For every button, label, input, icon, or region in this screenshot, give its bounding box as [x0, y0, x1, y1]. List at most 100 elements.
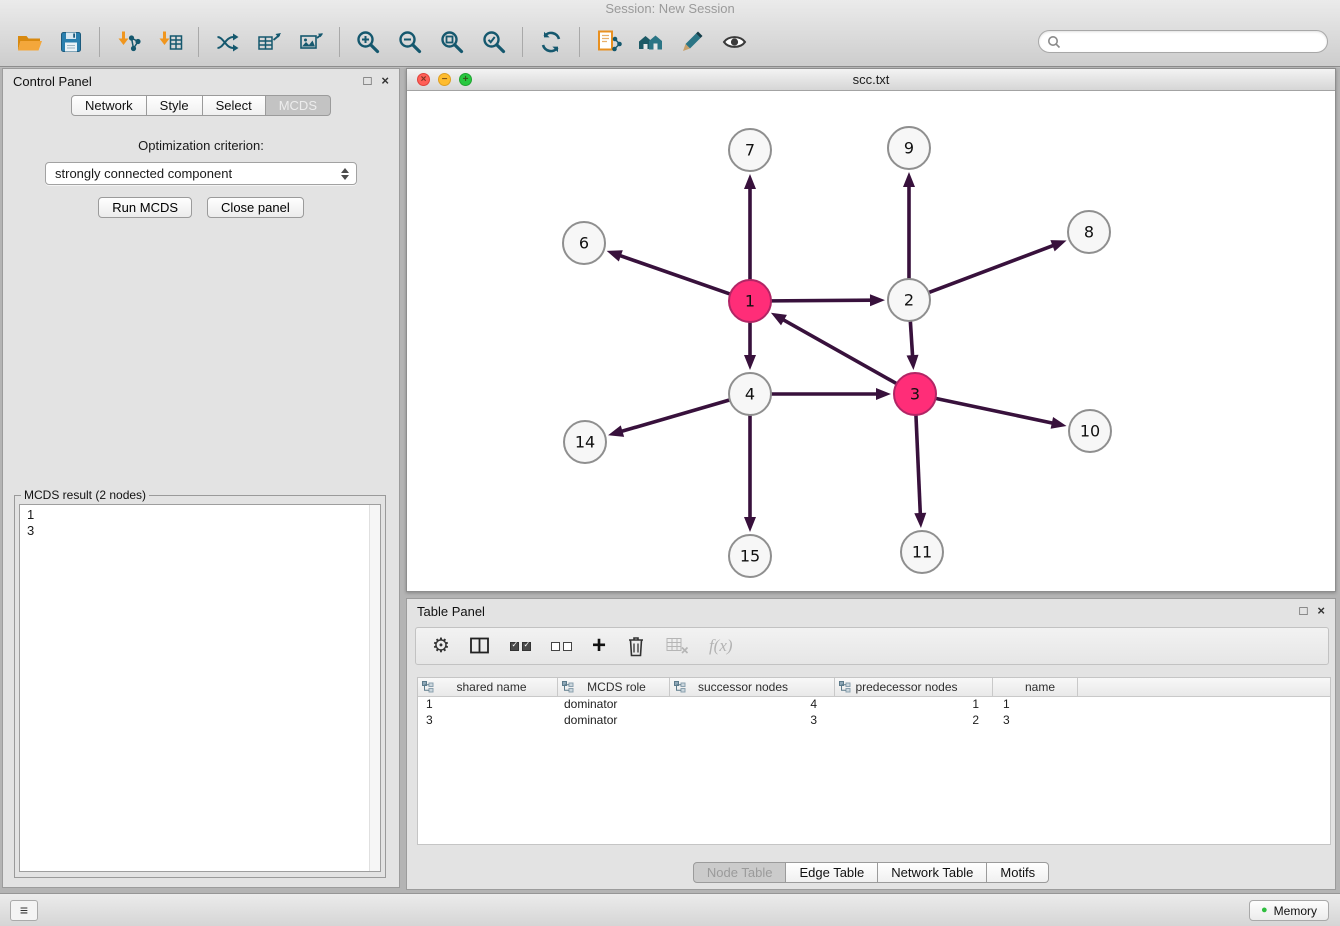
tab-mcds[interactable]: MCDS — [266, 95, 331, 116]
mcds-result-list[interactable]: 1 3 — [19, 504, 381, 872]
select-all-columns-button[interactable] — [510, 633, 531, 659]
graph-edge-arrowhead — [1051, 417, 1067, 429]
import-network-button[interactable] — [107, 21, 149, 63]
graph-node-label-8: 8 — [1084, 223, 1094, 242]
graph-edge-1-2[interactable] — [771, 300, 872, 301]
show-columns-button[interactable] — [470, 633, 490, 659]
zoom-out-button[interactable] — [389, 21, 431, 63]
cell-name[interactable]: 1 — [993, 697, 1078, 713]
table-toolbar: ⚙ + — [415, 627, 1329, 665]
network-window-title: scc.txt — [853, 72, 890, 87]
table-delete-icon — [666, 637, 689, 655]
minimize-window-icon[interactable]: − — [438, 73, 451, 86]
cell-shared-name[interactable]: 1 — [418, 697, 558, 713]
unselect-all-columns-button[interactable] — [551, 633, 572, 659]
graph-node-label-6: 6 — [579, 234, 589, 253]
tab-motifs[interactable]: Motifs — [987, 862, 1049, 883]
network-canvas[interactable]: 7968124314101511 — [407, 92, 1335, 591]
table-settings-button[interactable]: ⚙ — [432, 633, 450, 659]
graph-edge-arrowhead — [607, 250, 623, 261]
fx-icon: f(x) — [709, 636, 733, 656]
tab-style[interactable]: Style — [147, 95, 203, 116]
column-header-shared-name[interactable]: shared name — [418, 678, 558, 696]
zoom-in-button[interactable] — [347, 21, 389, 63]
close-panel-icon[interactable]: × — [1317, 604, 1325, 618]
criterion-dropdown[interactable]: strongly connected component — [45, 162, 357, 185]
table-row[interactable]: 1 dominator 4 1 1 — [418, 697, 1330, 713]
import-network-icon — [115, 29, 142, 55]
window-titlebar[interactable]: Session: New Session — [0, 0, 1340, 17]
close-panel-icon[interactable]: × — [381, 74, 389, 88]
graph-edge-3-10[interactable] — [936, 398, 1054, 423]
column-type-icon — [839, 681, 851, 693]
network-from-document-button[interactable] — [587, 21, 629, 63]
tab-node-table[interactable]: Node Table — [693, 862, 787, 883]
memory-button[interactable]: ● Memory — [1249, 900, 1329, 921]
column-header-predecessor-nodes[interactable]: predecessor nodes — [835, 678, 993, 696]
import-table-icon — [157, 29, 184, 55]
run-mcds-button[interactable]: Run MCDS — [98, 197, 192, 218]
column-header-name[interactable]: name — [993, 678, 1078, 696]
graph-node-label-1: 1 — [745, 292, 755, 311]
window-controls: × − + — [417, 73, 472, 86]
column-header-successor-nodes[interactable]: successor nodes — [670, 678, 835, 696]
save-session-button[interactable] — [50, 21, 92, 63]
function-builder-button-disabled: f(x) — [709, 633, 733, 659]
result-scrollbar[interactable] — [369, 505, 380, 871]
table-panel: Table Panel □ × ⚙ — [406, 598, 1336, 890]
graph-edge-arrowhead — [1050, 240, 1066, 251]
tab-select[interactable]: Select — [203, 95, 266, 116]
search-field[interactable] — [1038, 30, 1328, 53]
graph-edge-1-6[interactable] — [619, 255, 730, 294]
float-panel-icon[interactable]: □ — [364, 74, 372, 88]
cell-predecessor-nodes[interactable]: 1 — [835, 697, 993, 713]
panel-menu-button[interactable]: ≡ — [10, 900, 38, 921]
cell-mcds-role[interactable]: dominator — [558, 697, 670, 713]
cell-mcds-role[interactable]: dominator — [558, 713, 670, 729]
export-table-button[interactable] — [248, 21, 290, 63]
graph-node-label-9: 9 — [904, 139, 914, 158]
graph-edge-arrowhead — [876, 388, 891, 400]
cell-name[interactable]: 3 — [993, 713, 1078, 729]
toggle-visibility-button[interactable] — [713, 21, 755, 63]
graph-edge-3-11[interactable] — [916, 415, 920, 515]
graph-node-label-4: 4 — [745, 385, 755, 404]
zoom-selected-button[interactable] — [473, 21, 515, 63]
tab-network-table[interactable]: Network Table — [878, 862, 987, 883]
graph-edge-arrowhead — [608, 425, 624, 437]
cell-predecessor-nodes[interactable]: 2 — [835, 713, 993, 729]
close-panel-button[interactable]: Close panel — [207, 197, 304, 218]
export-image-button[interactable] — [290, 21, 332, 63]
style-brush-button[interactable] — [671, 21, 713, 63]
zoom-fit-button[interactable] — [431, 21, 473, 63]
column-header-mcds-role[interactable]: MCDS role — [558, 678, 670, 696]
search-input[interactable] — [1066, 35, 1319, 49]
tab-network[interactable]: Network — [71, 95, 147, 116]
table-row[interactable]: 3 dominator 3 2 3 — [418, 713, 1330, 729]
graph-edge-arrowhead — [907, 355, 919, 370]
network-window-titlebar[interactable]: × − + scc.txt — [407, 69, 1335, 91]
close-window-icon[interactable]: × — [417, 73, 430, 86]
import-table-button[interactable] — [149, 21, 191, 63]
houses-button[interactable] — [629, 21, 671, 63]
delete-column-button[interactable] — [626, 633, 646, 659]
cell-successor-nodes[interactable]: 3 — [670, 713, 835, 729]
node-table: shared name MCDS role successor nodes pr… — [417, 677, 1331, 845]
float-panel-icon[interactable]: □ — [1300, 604, 1308, 618]
new-network-button[interactable] — [206, 21, 248, 63]
tab-edge-table[interactable]: Edge Table — [786, 862, 878, 883]
graph-edge-3-1[interactable] — [782, 319, 896, 384]
open-session-button[interactable] — [8, 21, 50, 63]
zoom-window-icon[interactable]: + — [459, 73, 472, 86]
network-view-window: × − + scc.txt 7968124314101511 — [406, 68, 1336, 592]
control-panel-tabs: Network Style Select MCDS — [3, 95, 399, 116]
memory-status-icon: ● — [1261, 905, 1268, 916]
update-network-button[interactable] — [530, 21, 572, 63]
cell-shared-name[interactable]: 3 — [418, 713, 558, 729]
graph-edge-2-3[interactable] — [910, 321, 912, 357]
cell-successor-nodes[interactable]: 4 — [670, 697, 835, 713]
create-column-button[interactable]: + — [592, 633, 606, 659]
graph-edge-arrowhead — [744, 174, 756, 189]
graph-edge-4-14[interactable] — [621, 400, 730, 432]
graph-edge-2-8[interactable] — [929, 245, 1055, 293]
